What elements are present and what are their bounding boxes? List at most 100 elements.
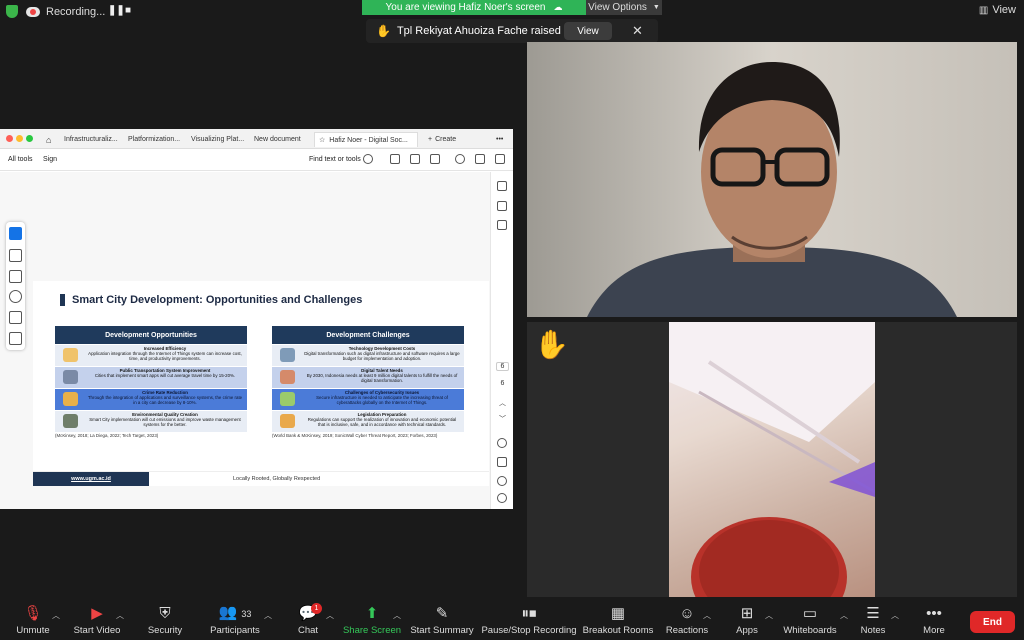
zoom-out-icon[interactable] [497,493,507,503]
save-page-icon[interactable] [497,457,507,467]
end-meeting-button[interactable]: End [970,611,1015,633]
draw-icon[interactable] [9,290,22,303]
link-icon[interactable] [475,154,485,164]
security-button[interactable]: ⛨ Security [146,602,184,640]
audio-options-chevron-icon[interactable]: ︿ [52,610,60,621]
find-text-button[interactable]: Find text or tools [309,156,361,163]
unmute-button[interactable]: 🎙 Unmute [16,602,50,640]
refresh-icon[interactable] [497,438,507,448]
start-summary-button[interactable]: ✎ Start Summary [410,602,473,640]
apps-button[interactable]: ⊞ Apps [734,602,760,640]
page-number-input[interactable]: 6 [496,362,509,371]
reactions-chevron-icon[interactable]: ︿ [703,610,711,621]
pdf-tab[interactable]: New document [250,132,310,147]
more-icon[interactable]: ••• [492,132,507,147]
ai-assistant-icon[interactable] [455,154,465,164]
apps-chevron-icon[interactable]: ︿ [765,610,773,621]
share-screen-label: Share Screen [342,625,402,636]
maximize-window-icon[interactable] [26,135,33,142]
start-video-button[interactable]: ▶ Start Video [72,602,122,640]
pdf-tab[interactable]: Platformization... [124,132,186,147]
all-tools-button[interactable]: All tools [8,156,33,163]
participants-icon: 👥 33 [218,604,252,621]
pause-recording-icon[interactable]: ❚❚ [108,5,125,16]
pdf-tab-active[interactable]: ☆ Hafiz Noer - Digital Soc... [314,132,418,147]
challenge-item: Technology Development Costs Digital tra… [272,345,464,366]
comment-panel-icon[interactable] [497,181,507,191]
notes-chevron-icon[interactable]: ︿ [891,610,899,621]
muted-microphone-icon: 🎙 [23,605,43,622]
challenge-item: Digital Talent Needs By 2030, Indonesia … [272,367,464,388]
signature-icon[interactable] [9,332,22,345]
reactions-label: Reactions [665,625,709,636]
close-window-icon[interactable] [6,135,13,142]
whiteboards-chevron-icon[interactable]: ︿ [840,610,848,621]
cost-chart-icon [280,348,295,362]
slide-title: Smart City Development: Opportunities an… [72,294,363,306]
close-icon[interactable]: ✕ [632,23,643,39]
title-accent-bar [60,294,65,306]
page-down-icon[interactable]: ﹀ [496,414,509,424]
participant-video-feed [527,42,1017,317]
save-icon[interactable] [390,154,400,164]
whiteboards-button[interactable]: ▭ Whiteboards [783,602,837,640]
opportunities-header: Development Opportunities [55,326,247,344]
more-label: More [923,625,945,636]
participant-video-feed [669,322,875,597]
raised-hand-notification: ✋ Tpl Rekiyat Ahuoiza Fache raised hand … [366,19,658,43]
challenges-citation: (World Bank & McKinsey, 2019; SonicWall … [272,433,438,438]
email-icon[interactable] [495,154,505,164]
participants-count: 33 [241,609,252,619]
breakout-rooms-button[interactable]: ▦ Breakout Rooms [583,602,654,640]
stop-recording-icon[interactable]: ■ [125,5,131,16]
highlight-pen-icon[interactable] [9,270,22,283]
share-screen-button[interactable]: ⬆ Share Screen [342,602,402,640]
search-icon[interactable] [363,154,373,164]
pdf-tab[interactable]: Visualizing Plat... [187,132,249,147]
whiteboard-icon: ▭ [802,605,818,622]
video-options-chevron-icon[interactable]: ︿ [116,610,124,621]
participants-button[interactable]: 👥 33 Participants [208,602,262,640]
share-screen-chevron-icon[interactable]: ︿ [393,610,401,621]
pdf-tab-active-label: Hafiz Noer - Digital Soc... [329,136,408,144]
thumbnails-icon[interactable] [497,220,507,230]
comment-icon[interactable] [9,249,22,262]
main-video-tile[interactable] [527,42,1017,317]
text-box-icon[interactable] [9,311,22,324]
pause-stop-recording-button[interactable]: ⏸⏹ Pause/Stop Recording [481,602,577,640]
print-icon[interactable] [430,154,440,164]
minimize-window-icon[interactable] [16,135,23,142]
recording-indicator[interactable]: Recording... [26,3,105,21]
zoom-in-icon[interactable] [497,476,507,486]
raised-hand-view-button[interactable]: View [564,22,612,40]
pdf-tab-bar: ⌂ Infrastructuraliz... Platformization..… [0,129,513,149]
shield-icon: ⛨ [159,605,171,622]
raised-hand-message: Tpl Rekiyat Ahuoiza Fache raised hand [396,25,589,37]
pdf-tab[interactable]: Infrastructuraliz... [60,132,124,147]
view-button[interactable]: ▥ View [979,4,1016,16]
pause-stop-recording-label: Pause/Stop Recording [481,625,577,636]
sign-button[interactable]: Sign [43,156,57,163]
participants-chevron-icon[interactable]: ︿ [264,610,272,621]
notes-button[interactable]: ☰ Notes [860,602,886,640]
second-video-tile[interactable]: ✋ [527,322,1017,597]
reactions-button[interactable]: ☺ Reactions [665,602,709,640]
layout-icon: ▥ [978,4,989,16]
home-icon[interactable]: ⌂ [42,132,55,147]
more-button[interactable]: ••• More [920,602,948,640]
create-tab-button[interactable]: + Create [424,132,460,147]
pause-stop-icon: ⏸⏹ [521,605,537,622]
view-options-button[interactable]: View Options ▼ [586,0,662,15]
opportunity-item: Public Transportation System Improvement… [55,367,247,388]
unmute-label: Unmute [16,625,50,636]
upload-icon[interactable] [410,154,420,164]
apps-icon: ⊞ [740,605,754,622]
chat-chevron-icon[interactable]: ︿ [326,610,334,621]
page-total: 6 [500,380,505,387]
bookmark-icon[interactable] [497,201,507,211]
select-cursor-icon[interactable] [9,227,22,240]
page-up-icon[interactable]: ︿ [496,398,509,408]
view-options-label: View Options [588,2,647,13]
security-label: Security [147,625,183,636]
raised-hand-icon: ✋ [376,24,391,38]
